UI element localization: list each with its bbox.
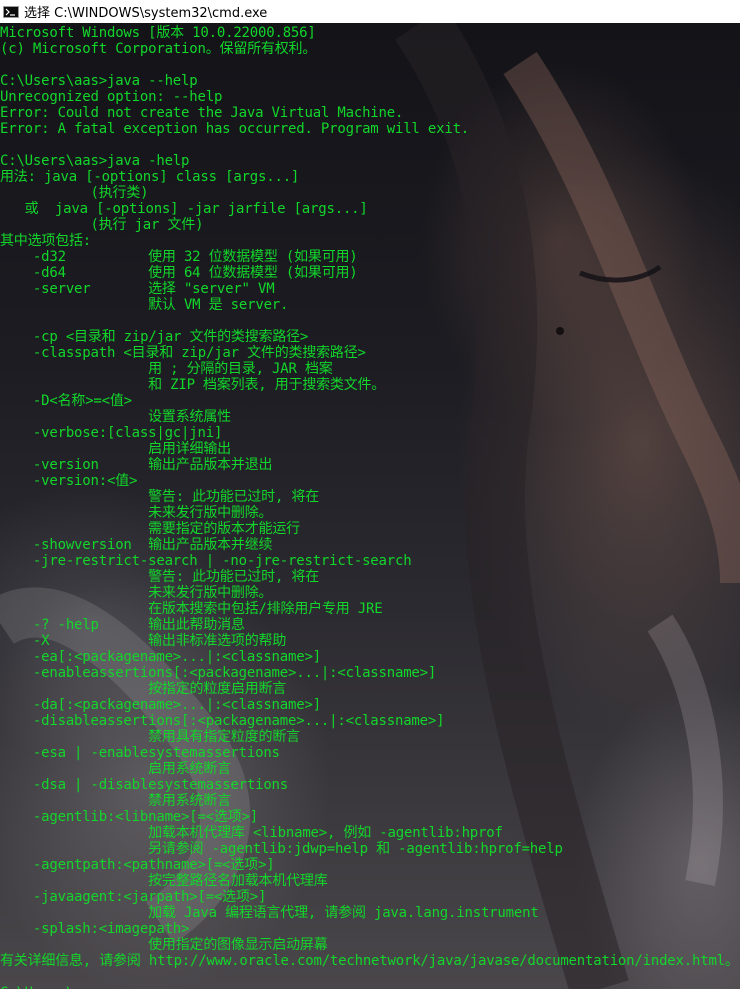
console-line: -esa | -enablesystemassertions — [0, 745, 280, 761]
console-line: 需要指定的版本才能运行 — [0, 521, 300, 537]
cmd-icon — [3, 5, 19, 18]
console-line: Error: Could not create the Java Virtual… — [0, 105, 404, 121]
console-line: 按指定的粒度启用断言 — [0, 681, 287, 697]
cmd-window: 选择 C:\WINDOWS\system32\cmd.exe Microsoft… — [0, 0, 740, 989]
console-line: -disableassertions[:<packagename>...|:<c… — [0, 713, 445, 729]
console-line: -cp <目录和 zip/jar 文件的类搜索路径> — [0, 329, 309, 345]
console-line: 禁用系统断言 — [0, 793, 231, 809]
console-line: 启用系统断言 — [0, 761, 231, 777]
console-line: -X 输出非标准选项的帮助 — [0, 633, 287, 649]
console-line: C:\Users\aas> — [0, 985, 107, 989]
console-line: Microsoft Windows [版本 10.0.22000.856] — [0, 25, 316, 41]
console-line: -classpath <目录和 zip/jar 文件的类搜索路径> — [0, 345, 366, 361]
console-line: (执行 jar 文件) — [0, 217, 204, 233]
console-line: 其中选项包括: — [0, 233, 92, 249]
console-line: -d64 使用 64 位数据模型 (如果可用) — [0, 265, 358, 281]
console-line: 用法: java [-options] class [args...] — [0, 169, 300, 185]
console-line: -agentlib:<libname>[=<选项>] — [0, 809, 259, 825]
console-line: C:\Users\aas>java -help — [0, 153, 190, 169]
console-line: 有关详细信息, 请参阅 http://www.oracle.com/techne… — [0, 953, 739, 969]
console-line: 使用指定的图像显示启动屏幕 — [0, 937, 328, 953]
console-line: -ea[:<packagename>...|:<classname>] — [0, 649, 321, 665]
console-line: -verbose:[class|gc|jni] — [0, 425, 223, 441]
console-line: -d32 使用 32 位数据模型 (如果可用) — [0, 249, 358, 265]
console-line: 警告: 此功能已过时, 将在 — [0, 489, 320, 505]
console-line: -splash:<imagepath> — [0, 921, 190, 937]
console-line: 和 ZIP 档案列表, 用于搜索类文件。 — [0, 377, 386, 393]
console-line: 未来发行版中删除。 — [0, 505, 273, 521]
console-line: -showversion 输出产品版本并继续 — [0, 537, 273, 553]
console-line: (执行类) — [0, 185, 149, 201]
console-line: C:\Users\aas>java --help — [0, 73, 198, 89]
console-line: -da[:<packagename>...|:<classname>] — [0, 697, 321, 713]
console-line: 未来发行版中删除。 — [0, 585, 273, 601]
console-line: -agentpath:<pathname>[=<选项>] — [0, 857, 275, 873]
console-line: Error: A fatal exception has occurred. P… — [0, 121, 470, 137]
console-line: -server 选择 "server" VM — [0, 281, 275, 297]
console-line: 加载 Java 编程语言代理, 请参阅 java.lang.instrument — [0, 905, 539, 921]
console-line: 用 ; 分隔的目录, JAR 档案 — [0, 361, 333, 377]
console-line: 加载本机代理库 <libname>, 例如 -agentlib:hprof — [0, 825, 503, 841]
console-line: 按完整路径名加载本机代理库 — [0, 873, 328, 889]
console-line: 警告: 此功能已过时, 将在 — [0, 569, 320, 585]
console-line: 禁用具有指定粒度的断言 — [0, 729, 300, 745]
console-line: 或 java [-options] -jar jarfile [args...] — [0, 201, 368, 217]
console-line: 默认 VM 是 server. — [0, 297, 289, 313]
console-line: 另请参阅 -agentlib:jdwp=help 和 -agentlib:hpr… — [0, 841, 563, 857]
console-line: 启用详细输出 — [0, 441, 231, 457]
title-bar[interactable]: 选择 C:\WINDOWS\system32\cmd.exe — [0, 0, 740, 23]
console-output[interactable]: Microsoft Windows [版本 10.0.22000.856] (c)… — [0, 23, 740, 989]
console-line: -jre-restrict-search | -no-jre-restrict-… — [0, 553, 412, 569]
console-line: -D<名称>=<值> — [0, 393, 132, 409]
console-line: -enableassertions[:<packagename>...|:<cl… — [0, 665, 437, 681]
console-line: Unrecognized option: --help — [0, 89, 223, 105]
window-title: 选择 C:\WINDOWS\system32\cmd.exe — [24, 6, 268, 21]
console-line: -version:<值> — [0, 473, 138, 489]
console-line: -dsa | -disablesystemassertions — [0, 777, 289, 793]
console-line: -javaagent:<jarpath>[=<选项>] — [0, 889, 267, 905]
console-line: -version 输出产品版本并退出 — [0, 457, 273, 473]
console-line: -? -help 输出此帮助消息 — [0, 617, 245, 633]
console-line: (c) Microsoft Corporation。保留所有权利。 — [0, 41, 317, 57]
console-line: 设置系统属性 — [0, 409, 231, 425]
console-line: 在版本搜索中包括/排除用户专用 JRE — [0, 601, 383, 617]
